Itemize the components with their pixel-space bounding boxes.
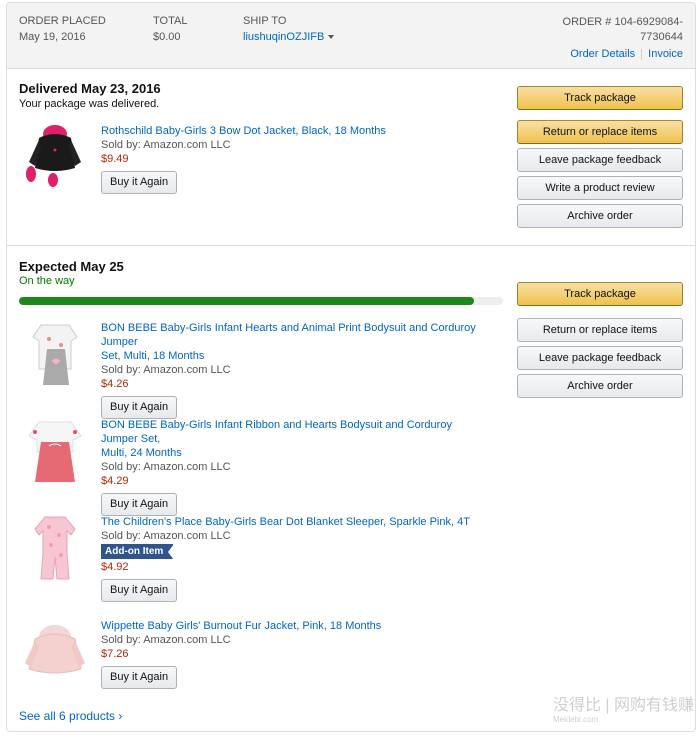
archive-order-button[interactable]: Archive order	[517, 374, 683, 398]
order-card: ORDER PLACED May 19, 2016 TOTAL $0.00 SH…	[6, 2, 696, 732]
archive-order-button[interactable]: Archive order	[517, 204, 683, 228]
shipment-expected: Expected May 25 On the way BON BEBE Baby…	[7, 247, 695, 731]
sold-by: Sold by: Amazon.com LLC	[101, 530, 231, 542]
order-number-line1: ORDER # 104-6929084-	[562, 16, 683, 28]
item-info: Rothschild Baby-Girls 3 Bow Dot Jacket, …	[101, 124, 491, 194]
buy-it-again-button[interactable]: Buy it Again	[101, 396, 178, 419]
title-line[interactable]: Multi, 24 Months	[101, 447, 182, 459]
buy-it-again-button[interactable]: Buy it Again	[101, 493, 178, 516]
product-image-bodysuit-jumper[interactable]	[19, 319, 91, 391]
add-on-item-badge: Add-on Item	[101, 544, 175, 560]
shipment-actions: Track package Return or replace items Le…	[517, 282, 683, 402]
buy-it-again-button[interactable]: Buy it Again	[101, 579, 178, 602]
divider	[641, 48, 643, 60]
item-info: Wippette Baby Girls' Burnout Fur Jacket,…	[101, 619, 491, 689]
order-placed-value: May 19, 2016	[19, 31, 86, 43]
progress-fill	[19, 297, 474, 305]
order-links: Order Details Invoice	[563, 47, 683, 62]
price: $9.49	[101, 153, 129, 165]
product-title-link[interactable]: Rothschild Baby-Girls 3 Bow Dot Jacket, …	[101, 124, 491, 138]
total-label: TOTAL	[153, 15, 188, 27]
order-details-link[interactable]: Order Details	[570, 48, 635, 60]
price: $4.29	[101, 475, 129, 487]
watermark: 没得比 | 网购有钱赚 Meidebi.com	[553, 691, 694, 724]
product-title-link[interactable]: The Children's Place Baby-Girls Bear Dot…	[101, 515, 491, 529]
ship-to-label: SHIP TO	[243, 15, 287, 27]
order-total: TOTAL $0.00	[153, 15, 187, 43]
ship-to: SHIP TO liushuqinOZJIFB	[243, 15, 335, 43]
sold-by: Sold by: Amazon.com LLC	[101, 461, 231, 473]
title-line[interactable]: BON BEBE Baby-Girls Infant Ribbon and He…	[101, 419, 452, 445]
product-image-ribbon-jumper[interactable]	[19, 416, 91, 488]
see-all-products-link[interactable]: See all 6 products ›	[19, 709, 122, 723]
ship-to-dropdown[interactable]: liushuqinOZJIFB	[243, 31, 335, 43]
shipment-actions: Track package Return or replace items Le…	[517, 86, 683, 232]
shipment-delivered: Delivered May 23, 2016 Your package was …	[7, 70, 695, 246]
delivery-progress-bar	[19, 297, 503, 305]
watermark-main: 没得比 | 网购有钱赚	[552, 697, 694, 714]
buy-it-again-button[interactable]: Buy it Again	[101, 171, 178, 194]
product-image-fur-jacket[interactable]	[19, 617, 91, 689]
order-header: ORDER PLACED May 19, 2016 TOTAL $0.00 SH…	[7, 3, 695, 69]
watermark-sub: Meidebi.com	[552, 715, 599, 724]
order-placed-label: ORDER PLACED	[19, 15, 106, 27]
sold-by: Sold by: Amazon.com LLC	[101, 634, 231, 646]
product-title-link[interactable]: BON BEBE Baby-Girls Infant Ribbon and He…	[101, 418, 491, 460]
product-image-black-jacket[interactable]	[19, 122, 91, 194]
item-info: BON BEBE Baby-Girls Infant Ribbon and He…	[101, 418, 491, 516]
price: $4.92	[101, 561, 129, 573]
item-info: The Children's Place Baby-Girls Bear Dot…	[101, 515, 491, 602]
product-image-blanket-sleeper[interactable]	[19, 513, 91, 585]
item-info: BON BEBE Baby-Girls Infant Hearts and An…	[101, 321, 491, 419]
leave-feedback-button[interactable]: Leave package feedback	[517, 346, 683, 370]
total-value: $0.00	[153, 31, 181, 43]
shipment-status-subtitle: Your package was delivered.	[19, 98, 160, 110]
track-package-button[interactable]: Track package	[517, 86, 683, 110]
shipment-status-title: Expected May 25	[19, 259, 124, 274]
ship-to-name[interactable]: liushuqinOZJIFB	[243, 31, 324, 43]
shipment-status-subtitle: On the way	[19, 275, 75, 287]
buy-it-again-button[interactable]: Buy it Again	[101, 666, 178, 689]
return-replace-button[interactable]: Return or replace items	[517, 318, 683, 342]
product-title-link[interactable]: Wippette Baby Girls' Burnout Fur Jacket,…	[101, 619, 491, 633]
order-number-line2: 7730644	[640, 31, 683, 43]
price: $4.26	[101, 378, 129, 390]
price: $7.26	[101, 648, 129, 660]
title-line[interactable]: Set, Multi, 18 Months	[101, 350, 204, 362]
sold-by: Sold by: Amazon.com LLC	[101, 364, 231, 376]
order-placed: ORDER PLACED May 19, 2016	[19, 15, 106, 43]
sold-by: Sold by: Amazon.com LLC	[101, 139, 231, 151]
invoice-link[interactable]: Invoice	[648, 48, 683, 60]
order-number: ORDER # 104-6929084- 7730644 Order Detai…	[563, 15, 683, 62]
shipment-status-title: Delivered May 23, 2016	[19, 81, 161, 96]
track-package-button[interactable]: Track package	[517, 282, 683, 306]
title-line[interactable]: BON BEBE Baby-Girls Infant Hearts and An…	[101, 322, 476, 348]
return-replace-button[interactable]: Return or replace items	[517, 120, 683, 144]
leave-feedback-button[interactable]: Leave package feedback	[517, 148, 683, 172]
caret-down-icon[interactable]	[328, 35, 335, 40]
product-title-link[interactable]: BON BEBE Baby-Girls Infant Hearts and An…	[101, 321, 491, 363]
write-review-button[interactable]: Write a product review	[517, 176, 683, 200]
